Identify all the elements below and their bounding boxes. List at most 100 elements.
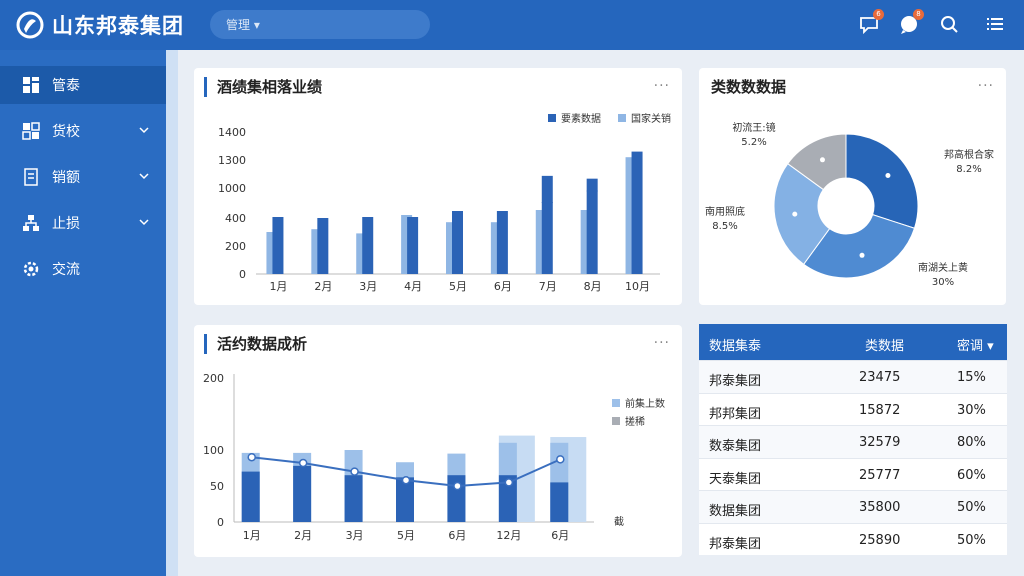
- x-tick-label: 6月: [448, 529, 466, 542]
- x-tick-label: 4月: [404, 280, 422, 293]
- line-point: [350, 467, 359, 476]
- bar: [541, 175, 553, 203]
- x-tick-label: 12月: [496, 529, 521, 542]
- sidebar-item-exchange[interactable]: 交流: [0, 250, 166, 288]
- slice-percent: 8.2%: [956, 164, 981, 175]
- table-row[interactable]: 数据集团 35800 50%: [699, 490, 1007, 523]
- sidebar-item-sales[interactable]: 销额: [0, 158, 166, 196]
- bar: [407, 217, 419, 274]
- line-point: [298, 458, 308, 468]
- table-row[interactable]: 邦泰集团 25890 50%: [699, 522, 1007, 555]
- table-cell: 80%: [957, 435, 986, 450]
- list-icon: [987, 18, 1003, 30]
- bar: [541, 202, 553, 274]
- y-tick-label: 50: [210, 480, 224, 493]
- search-dropdown[interactable]: 管理 ▾: [210, 10, 430, 39]
- bar: [241, 471, 260, 522]
- sidebar-item-goods[interactable]: 货校: [0, 112, 166, 150]
- y-tick-label: 100: [203, 444, 224, 457]
- settings-icon: [23, 261, 39, 277]
- sidebar-item-label: 管泰: [52, 78, 80, 94]
- sidebar-item-label: 止损: [52, 216, 80, 232]
- search-button[interactable]: [938, 13, 960, 35]
- slice-percent: 8.5%: [712, 221, 737, 232]
- message-button[interactable]: 8: [898, 9, 924, 35]
- line-point: [504, 478, 514, 487]
- y-tick-label: 1300: [218, 154, 246, 167]
- org-icon: [23, 215, 39, 231]
- sidebar-item-dashboard[interactable]: 管泰: [0, 66, 166, 104]
- x-tick-label: 6月: [551, 529, 569, 542]
- table-cell: 35800: [859, 500, 901, 515]
- table-cell: 15%: [957, 370, 986, 385]
- x-tick-label: 3月: [359, 280, 377, 293]
- slice-marker: [885, 173, 891, 179]
- table-cell: 23475: [859, 370, 901, 385]
- table-row[interactable]: 邦泰集团 23475 15%: [699, 360, 1007, 393]
- bar: [317, 218, 329, 274]
- line-point: [247, 452, 256, 462]
- slice-label: 南湖关上黄: [918, 261, 968, 274]
- y-tick-label: 400: [225, 212, 246, 225]
- x-axis-label: 截: [614, 515, 624, 528]
- pie-chart: 邦高根合家 8.2% 南湖关上黄 30% 南用照底 8.5% 初流王:镜 5.2%: [705, 121, 994, 288]
- table-cell: 邦泰集团: [709, 374, 762, 389]
- group-table: 数据集泰 类数据 密调 ▾ 邦泰集团 23475 15% 邦邦集团 15872 30% 数泰…: [699, 324, 1007, 555]
- menu-button[interactable]: [984, 13, 1006, 35]
- table-row[interactable]: 天泰集团 25777 60%: [699, 457, 1007, 490]
- x-tick-label: 1月: [269, 280, 287, 293]
- bar: [496, 211, 508, 274]
- bar: [362, 217, 374, 274]
- x-tick-label: 5月: [449, 280, 467, 293]
- column-header[interactable]: 数据集泰: [709, 335, 761, 354]
- notification-button[interactable]: 6: [858, 9, 884, 35]
- bar: [550, 482, 569, 522]
- logo-icon: [16, 11, 44, 39]
- chevron-down-icon: [139, 219, 149, 226]
- sortable-column-header[interactable]: 密调 ▾: [957, 335, 994, 354]
- y-tick-label: 1400: [218, 126, 246, 139]
- table-body: 邦泰集团 23475 15% 邦邦集团 15872 30% 数泰集团 32579 80% 天泰集团…: [699, 360, 1007, 555]
- table-cell: 邦泰集团: [709, 536, 762, 552]
- slice-label: 邦高根合家: [944, 148, 994, 161]
- table-cell: 25890: [859, 532, 901, 548]
- column-header[interactable]: 类数据: [865, 335, 904, 354]
- brand[interactable]: 山东邦泰集团: [16, 9, 184, 41]
- x-tick-label: 2月: [294, 529, 312, 542]
- x-tick-label: 3月: [346, 529, 364, 542]
- table-header: 数据集泰 类数据 密调 ▾: [699, 324, 1007, 360]
- sidebar-item-loss[interactable]: 止损: [0, 204, 166, 242]
- y-tick-label: 200: [225, 240, 246, 253]
- bar: [344, 475, 363, 522]
- table-cell: 25777: [859, 467, 901, 483]
- line-point: [401, 475, 411, 485]
- sidebar-item-label: 货校: [52, 124, 80, 140]
- table-cell: 邦邦集团: [709, 406, 762, 422]
- slice-label: 南用照底: [705, 205, 745, 218]
- document-icon: [24, 168, 38, 186]
- bar: [631, 151, 643, 274]
- table-row[interactable]: 数泰集团 32579 80%: [699, 425, 1007, 458]
- x-tick-label: 7月: [539, 280, 557, 293]
- bar: [272, 217, 284, 274]
- x-tick-label: 8月: [584, 280, 602, 293]
- table-row[interactable]: 邦邦集团 15872 30%: [699, 392, 1007, 425]
- table-cell: 32579: [859, 435, 901, 450]
- y-tick-label: 200: [203, 372, 224, 385]
- sidebar-divider: [166, 50, 178, 576]
- x-tick-label: 1月: [243, 529, 261, 542]
- bar: [452, 211, 463, 274]
- x-tick-label: 10月: [625, 280, 650, 293]
- chevron-down-icon: [139, 173, 149, 180]
- slice-percent: 5.2%: [741, 137, 766, 148]
- combo-chart: 0 50 100 200 1月 2月 3月 5月 6月 12月 6月 截: [203, 372, 624, 542]
- category-card: 类数数数据 ··· 邦高根合家 8.2% 南湖关上黄 30% 南用照底 8.5% 初流王:镜…: [699, 68, 1006, 305]
- table-cell: 30%: [957, 402, 986, 418]
- brand-name: 山东邦泰集团: [52, 14, 184, 38]
- table-cell: 60%: [957, 467, 986, 483]
- x-tick-label: 6月: [494, 280, 512, 293]
- table-cell: 天泰集团: [709, 471, 762, 487]
- table-cell: 数泰集团: [709, 439, 762, 454]
- bar-chart: 0 200 400 1000 1300 1400 1月 2月 3月 4月 5月 6月 7月 8月 10月: [218, 126, 660, 293]
- bar: [586, 178, 598, 192]
